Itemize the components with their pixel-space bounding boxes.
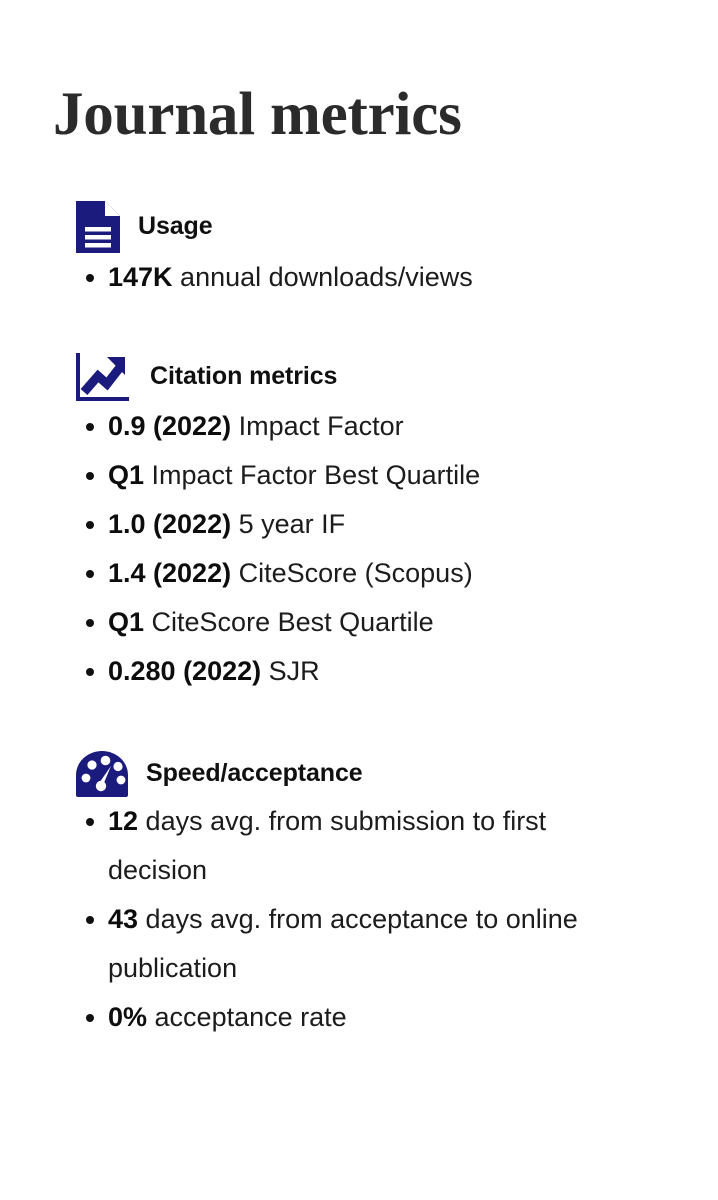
section-header-citation-metrics: Citation metrics bbox=[53, 352, 678, 402]
metric-value: 147K bbox=[108, 262, 173, 292]
section-header-usage: Usage bbox=[53, 201, 678, 253]
metric-value: Q1 bbox=[108, 460, 145, 490]
list-item: 12 days avg. from submission to first de… bbox=[86, 797, 678, 895]
metric-label: days avg. from submission to first decis… bbox=[108, 806, 547, 885]
metric-value: Q1 bbox=[108, 607, 145, 637]
metric-label: CiteScore Best Quartile bbox=[144, 607, 434, 637]
metric-label: annual downloads/views bbox=[172, 262, 473, 292]
section-title-citation-metrics: Citation metrics bbox=[150, 362, 338, 391]
metric-label: days avg. from acceptance to online publ… bbox=[108, 904, 578, 983]
metric-label: Impact Factor bbox=[231, 411, 404, 441]
metric-value: 0% bbox=[108, 1002, 148, 1032]
metric-value: 0.280 (2022) bbox=[108, 656, 262, 686]
list-item: 147K annual downloads/views bbox=[86, 253, 678, 302]
metric-label: SJR bbox=[261, 656, 320, 686]
metric-value: 12 bbox=[108, 806, 139, 836]
metric-label: CiteScore (Scopus) bbox=[231, 558, 473, 588]
metric-label: 5 year IF bbox=[231, 509, 346, 539]
section-title-usage: Usage bbox=[138, 212, 213, 241]
section-citation-metrics: Citation metrics 0.9 (2022) Impact Facto… bbox=[53, 302, 678, 696]
list-item: 0.9 (2022) Impact Factor bbox=[86, 402, 678, 451]
section-speed-acceptance: Speed/acceptance 12 days avg. from submi… bbox=[53, 696, 678, 1042]
metrics-list-speed-acceptance: 12 days avg. from submission to first de… bbox=[53, 797, 678, 1042]
list-item: 0.280 (2022) SJR bbox=[86, 647, 678, 696]
metric-value: 43 bbox=[108, 904, 139, 934]
metric-value: 1.4 (2022) bbox=[108, 558, 232, 588]
metrics-list-usage: 147K annual downloads/views bbox=[53, 253, 678, 302]
section-title-speed-acceptance: Speed/acceptance bbox=[146, 759, 363, 788]
section-usage: Usage 147K annual downloads/views bbox=[53, 145, 678, 302]
list-item: 0% acceptance rate bbox=[86, 993, 678, 1042]
metrics-list-citation-metrics: 0.9 (2022) Impact Factor Q1 Impact Facto… bbox=[53, 402, 678, 696]
list-item: 1.0 (2022) 5 year IF bbox=[86, 500, 678, 549]
page-title: Journal metrics bbox=[53, 81, 462, 148]
list-item: Q1 Impact Factor Best Quartile bbox=[86, 451, 678, 500]
document-icon bbox=[76, 201, 120, 253]
speedometer-icon bbox=[76, 751, 128, 797]
list-item: Q1 CiteScore Best Quartile bbox=[86, 598, 678, 647]
chart-up-icon bbox=[76, 352, 132, 402]
metric-value: 1.0 (2022) bbox=[108, 509, 232, 539]
metric-label: acceptance rate bbox=[147, 1002, 347, 1032]
section-header-speed-acceptance: Speed/acceptance bbox=[53, 751, 678, 797]
metric-value: 0.9 (2022) bbox=[108, 411, 232, 441]
list-item: 1.4 (2022) CiteScore (Scopus) bbox=[86, 549, 678, 598]
metric-label: Impact Factor Best Quartile bbox=[144, 460, 481, 490]
journal-metrics-panel: Journal metrics Usage 147K annual downlo… bbox=[0, 0, 718, 1200]
list-item: 43 days avg. from acceptance to online p… bbox=[86, 895, 678, 993]
